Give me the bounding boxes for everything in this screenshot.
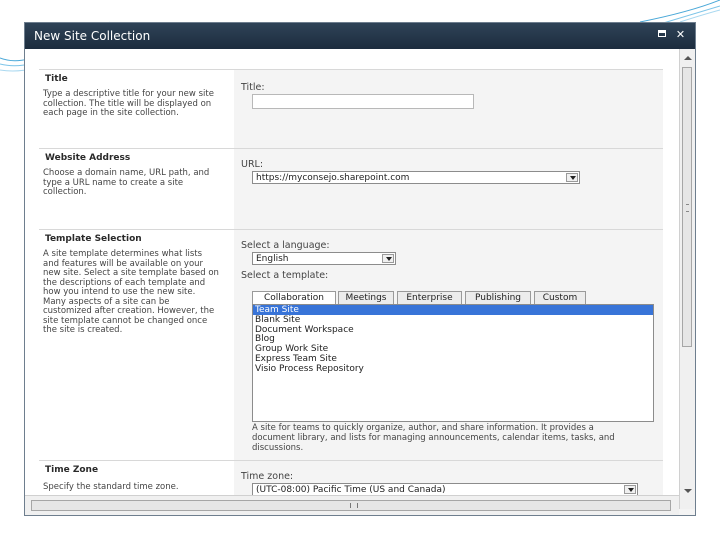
list-item[interactable]: Team Site <box>253 305 653 315</box>
url-value: https://myconsejo.sharepoint.com <box>256 173 410 183</box>
language-value: English <box>256 254 289 264</box>
title-section-info: Title Type a descriptive title for your … <box>39 70 234 148</box>
chevron-down-icon[interactable] <box>382 254 394 263</box>
list-item[interactable]: Blank Site <box>253 315 653 325</box>
section-description: Specify the standard time zone. <box>43 482 179 492</box>
new-site-collection-dialog: New Site Collection ✕ Title Type a descr… <box>24 22 696 516</box>
tab-custom[interactable]: Custom <box>534 291 586 304</box>
title-section: Title Type a descriptive title for your … <box>39 70 663 149</box>
section-heading: Template Selection <box>45 234 142 244</box>
template-listbox[interactable]: Team Site Blank Site Document Workspace … <box>252 304 654 422</box>
close-icon[interactable]: ✕ <box>675 29 686 40</box>
tab-enterprise[interactable]: Enterprise <box>397 291 462 304</box>
website-address-fields: URL: https://myconsejo.sharepoint.com <box>234 149 663 229</box>
chevron-down-icon[interactable] <box>566 173 578 182</box>
template-label: Select a template: <box>241 270 329 281</box>
title-section-fields: Title: <box>234 70 663 148</box>
scroll-up-icon[interactable] <box>684 56 692 60</box>
list-item[interactable]: Document Workspace <box>253 325 653 335</box>
scroll-down-icon[interactable] <box>684 489 692 493</box>
language-label: Select a language: <box>241 240 330 251</box>
url-select[interactable]: https://myconsejo.sharepoint.com <box>252 171 580 184</box>
time-zone-label: Time zone: <box>241 471 294 482</box>
tab-meetings[interactable]: Meetings <box>338 291 394 304</box>
dialog-content: Title Type a descriptive title for your … <box>25 49 679 509</box>
section-heading: Website Address <box>45 153 131 163</box>
tab-publishing[interactable]: Publishing <box>465 291 531 304</box>
list-item[interactable]: Visio Process Repository <box>253 364 653 374</box>
scrollbar-thumb[interactable] <box>31 500 671 511</box>
list-item[interactable]: Group Work Site <box>253 344 653 354</box>
section-heading: Time Zone <box>45 465 99 475</box>
template-selection-fields: Select a language: English Select a temp… <box>234 230 663 460</box>
language-select[interactable]: English <box>252 252 396 265</box>
chevron-down-icon[interactable] <box>624 485 636 494</box>
section-description: A site template determines what lists an… <box>43 249 219 335</box>
section-heading: Title <box>45 74 68 84</box>
tab-collaboration[interactable]: Collaboration <box>252 291 336 304</box>
horizontal-scrollbar[interactable] <box>25 495 679 515</box>
site-collection-form: Title Type a descriptive title for your … <box>39 69 663 509</box>
url-label: URL: <box>241 159 264 170</box>
dialog-titlebar: New Site Collection ✕ <box>25 23 695 49</box>
maximize-icon[interactable] <box>657 29 668 40</box>
grip-icon <box>686 204 689 212</box>
list-item[interactable]: Express Team Site <box>253 354 653 364</box>
scrollbar-thumb[interactable] <box>682 67 692 347</box>
grip-icon <box>350 503 358 508</box>
template-selection-section: Template Selection A site template deter… <box>39 230 663 461</box>
title-label: Title: <box>241 82 265 93</box>
website-address-section: Website Address Choose a domain name, UR… <box>39 149 663 230</box>
website-address-info: Website Address Choose a domain name, UR… <box>39 149 234 229</box>
section-description: Type a descriptive title for your new si… <box>43 89 214 118</box>
template-selection-info: Template Selection A site template deter… <box>39 230 234 460</box>
section-description: Choose a domain name, URL path, and type… <box>43 168 210 197</box>
list-item[interactable]: Blog <box>253 334 653 344</box>
dialog-title: New Site Collection <box>34 29 151 43</box>
title-input[interactable] <box>252 94 474 109</box>
template-description: A site for teams to quickly organize, au… <box>252 423 615 453</box>
vertical-scrollbar[interactable] <box>679 49 695 509</box>
time-zone-value: (UTC-08:00) Pacific Time (US and Canada) <box>256 485 446 495</box>
